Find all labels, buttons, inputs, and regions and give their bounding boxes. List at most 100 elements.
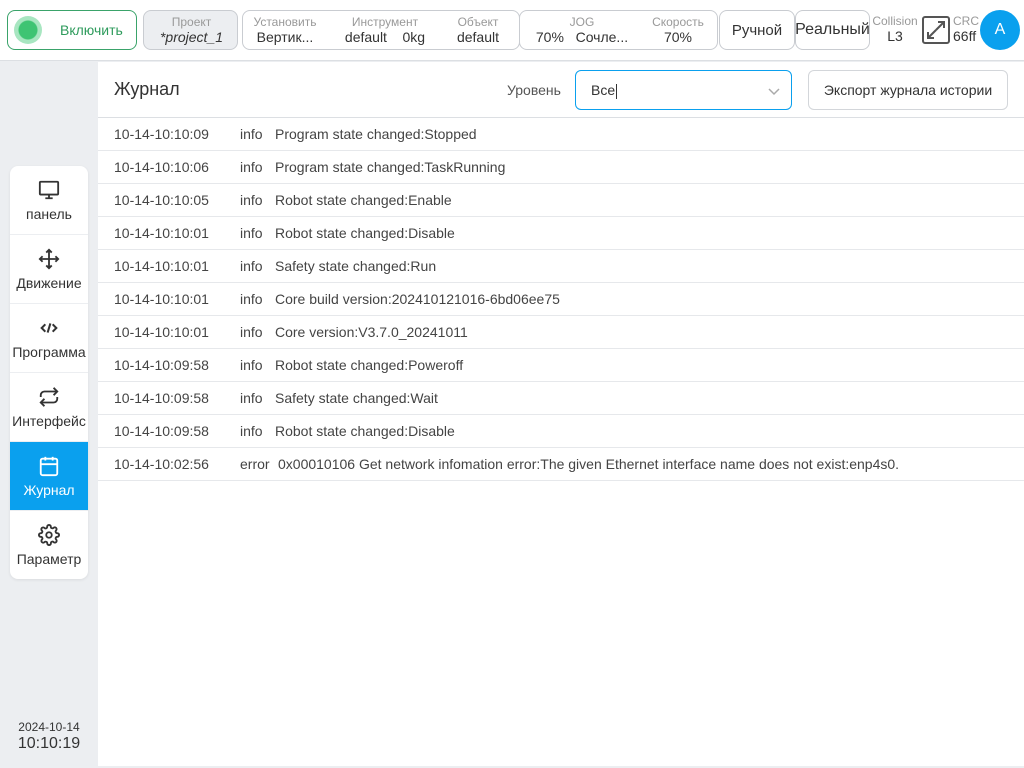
object-selector[interactable]: Объект default (443, 11, 513, 49)
jog-label: JOG (569, 15, 595, 29)
code-icon (40, 322, 58, 333)
object-label: Объект (457, 15, 499, 29)
install-label: Установить (253, 15, 317, 29)
log-row: 10-14-10:10:01 info Safety state changed… (98, 250, 1024, 283)
sidebar-item-panel[interactable]: панель (10, 166, 88, 235)
manual-mode-button[interactable]: Ручной (719, 10, 795, 50)
collision-level[interactable]: Collision L3 (872, 14, 918, 44)
swap-icon (39, 386, 59, 407)
speed-selector[interactable]: Скорость 70% (644, 11, 712, 49)
user-avatar[interactable]: A (980, 10, 1020, 50)
log-level: info (240, 192, 263, 208)
fullscreen-icon[interactable] (921, 15, 951, 45)
log-message: Robot state changed:Enable (275, 192, 452, 208)
enable-button[interactable]: Включить (7, 10, 137, 50)
text-cursor (616, 83, 618, 99)
log-level: info (240, 357, 263, 373)
log-level: info (240, 423, 263, 439)
log-message: Robot state changed:Disable (275, 423, 455, 439)
log-time: 10-14-10:10:01 (114, 258, 209, 274)
enable-button-label: Включить (60, 22, 123, 38)
log-message: Program state changed:Stopped (275, 126, 477, 142)
log-message: 0x00010106 Get network infomation error:… (278, 456, 900, 472)
journal-header: Журнал Уровень Все Экспорт журнала истор… (98, 62, 1024, 118)
object-value: default (456, 29, 500, 45)
project-label: Проект (171, 15, 212, 29)
log-row: 10-14-10:10:01 info Core version:V3.7.0_… (98, 316, 1024, 349)
collision-value: L3 (887, 28, 903, 44)
log-level: info (240, 225, 263, 241)
log-row: 10-14-10:10:05 info Robot state changed:… (98, 184, 1024, 217)
real-mode-button[interactable]: Реальный (795, 10, 870, 50)
crc-value: 66ff (953, 28, 977, 44)
jog-mode: Сочле... (575, 29, 629, 45)
tool-value: default (344, 29, 387, 45)
sidebar-item-label: Программа (12, 343, 86, 360)
move-icon (38, 248, 60, 269)
sidebar-item-journal[interactable]: Журнал (10, 442, 88, 511)
log-time: 10-14-10:09:58 (114, 357, 209, 373)
log-level: info (240, 258, 263, 274)
sidebar-item-parameter[interactable]: Параметр (10, 511, 88, 579)
crc-indicator: CRC 66ff (953, 14, 981, 44)
level-filter-value: Все (591, 82, 616, 98)
clock-time: 10:10:19 (17, 735, 81, 752)
log-row: 10-14-10:02:56 error 0x00010106 Get netw… (98, 448, 1024, 481)
log-message: Program state changed:TaskRunning (275, 159, 506, 175)
manual-mode-label: Ручной (731, 21, 783, 39)
level-filter-select[interactable]: Все (575, 70, 792, 110)
sidebar-item-label: Журнал (23, 481, 75, 498)
sidebar: панель Движение Программа Интерфейс Журн… (10, 166, 88, 579)
sidebar-item-label: Движение (16, 274, 82, 291)
log-level: error (240, 456, 270, 472)
crc-label: CRC (953, 14, 979, 28)
system-clock: 2024-10-14 10:10:19 (0, 720, 98, 753)
log-message: Safety state changed:Run (275, 258, 437, 274)
log-time: 10-14-10:10:01 (114, 291, 209, 307)
motion-group: JOG 70% Сочле... Скорость 70% (519, 10, 718, 50)
log-time: 10-14-10:09:58 (114, 390, 209, 406)
log-level: info (240, 291, 263, 307)
monitor-icon (38, 180, 60, 199)
chevron-down-icon (768, 88, 780, 96)
jog-selector[interactable]: JOG 70% Сочле... (526, 11, 638, 49)
sidebar-item-motion[interactable]: Движение (10, 235, 88, 304)
page-title: Журнал (114, 79, 180, 99)
log-time: 10-14-10:10:09 (114, 126, 209, 142)
log-row: 10-14-10:10:01 info Robot state changed:… (98, 217, 1024, 250)
log-time: 10-14-10:10:05 (114, 192, 209, 208)
real-mode-label: Реальный (795, 21, 870, 38)
log-row: 10-14-10:09:58 info Safety state changed… (98, 382, 1024, 415)
log-level: info (240, 324, 263, 340)
log-message: Safety state changed:Wait (275, 390, 438, 406)
jog-value: 70% (535, 29, 564, 45)
collision-label: Collision (872, 14, 918, 28)
power-status-icon (14, 16, 42, 44)
tool-payload: 0kg (402, 29, 426, 45)
install-selector[interactable]: Установить Вертик... (247, 11, 323, 49)
project-selector[interactable]: Проект *project_1 (143, 10, 238, 50)
top-bar: Включить Проект *project_1 Установить Ве… (0, 0, 1024, 61)
log-row: 10-14-10:10:06 info Program state change… (98, 151, 1024, 184)
install-value: Вертик... (256, 29, 314, 45)
journal-panel: Журнал Уровень Все Экспорт журнала истор… (98, 62, 1024, 766)
sidebar-item-interface[interactable]: Интерфейс (10, 373, 88, 442)
speed-value: 70% (663, 29, 693, 45)
log-row: 10-14-10:09:58 info Robot state changed:… (98, 415, 1024, 448)
export-history-button[interactable]: Экспорт журнала истории (808, 70, 1008, 110)
speed-label: Скорость (652, 15, 704, 29)
tool-selector[interactable]: Инструмент default 0kg (339, 11, 431, 49)
log-level: info (240, 126, 263, 142)
sidebar-item-program[interactable]: Программа (10, 304, 88, 373)
log-time: 10-14-10:02:56 (114, 456, 209, 472)
log-row: 10-14-10:09:58 info Robot state changed:… (98, 349, 1024, 382)
project-value: *project_1 (159, 29, 224, 45)
gear-icon (38, 524, 60, 546)
log-level: info (240, 159, 263, 175)
sidebar-item-label: Интерфейс (12, 412, 86, 429)
clock-date: 2024-10-14 (18, 720, 80, 734)
tool-label: Инструмент (351, 15, 419, 29)
log-message: Core version:V3.7.0_20241011 (275, 324, 468, 340)
log-message: Robot state changed:Disable (275, 225, 455, 241)
log-time: 10-14-10:10:01 (114, 225, 209, 241)
